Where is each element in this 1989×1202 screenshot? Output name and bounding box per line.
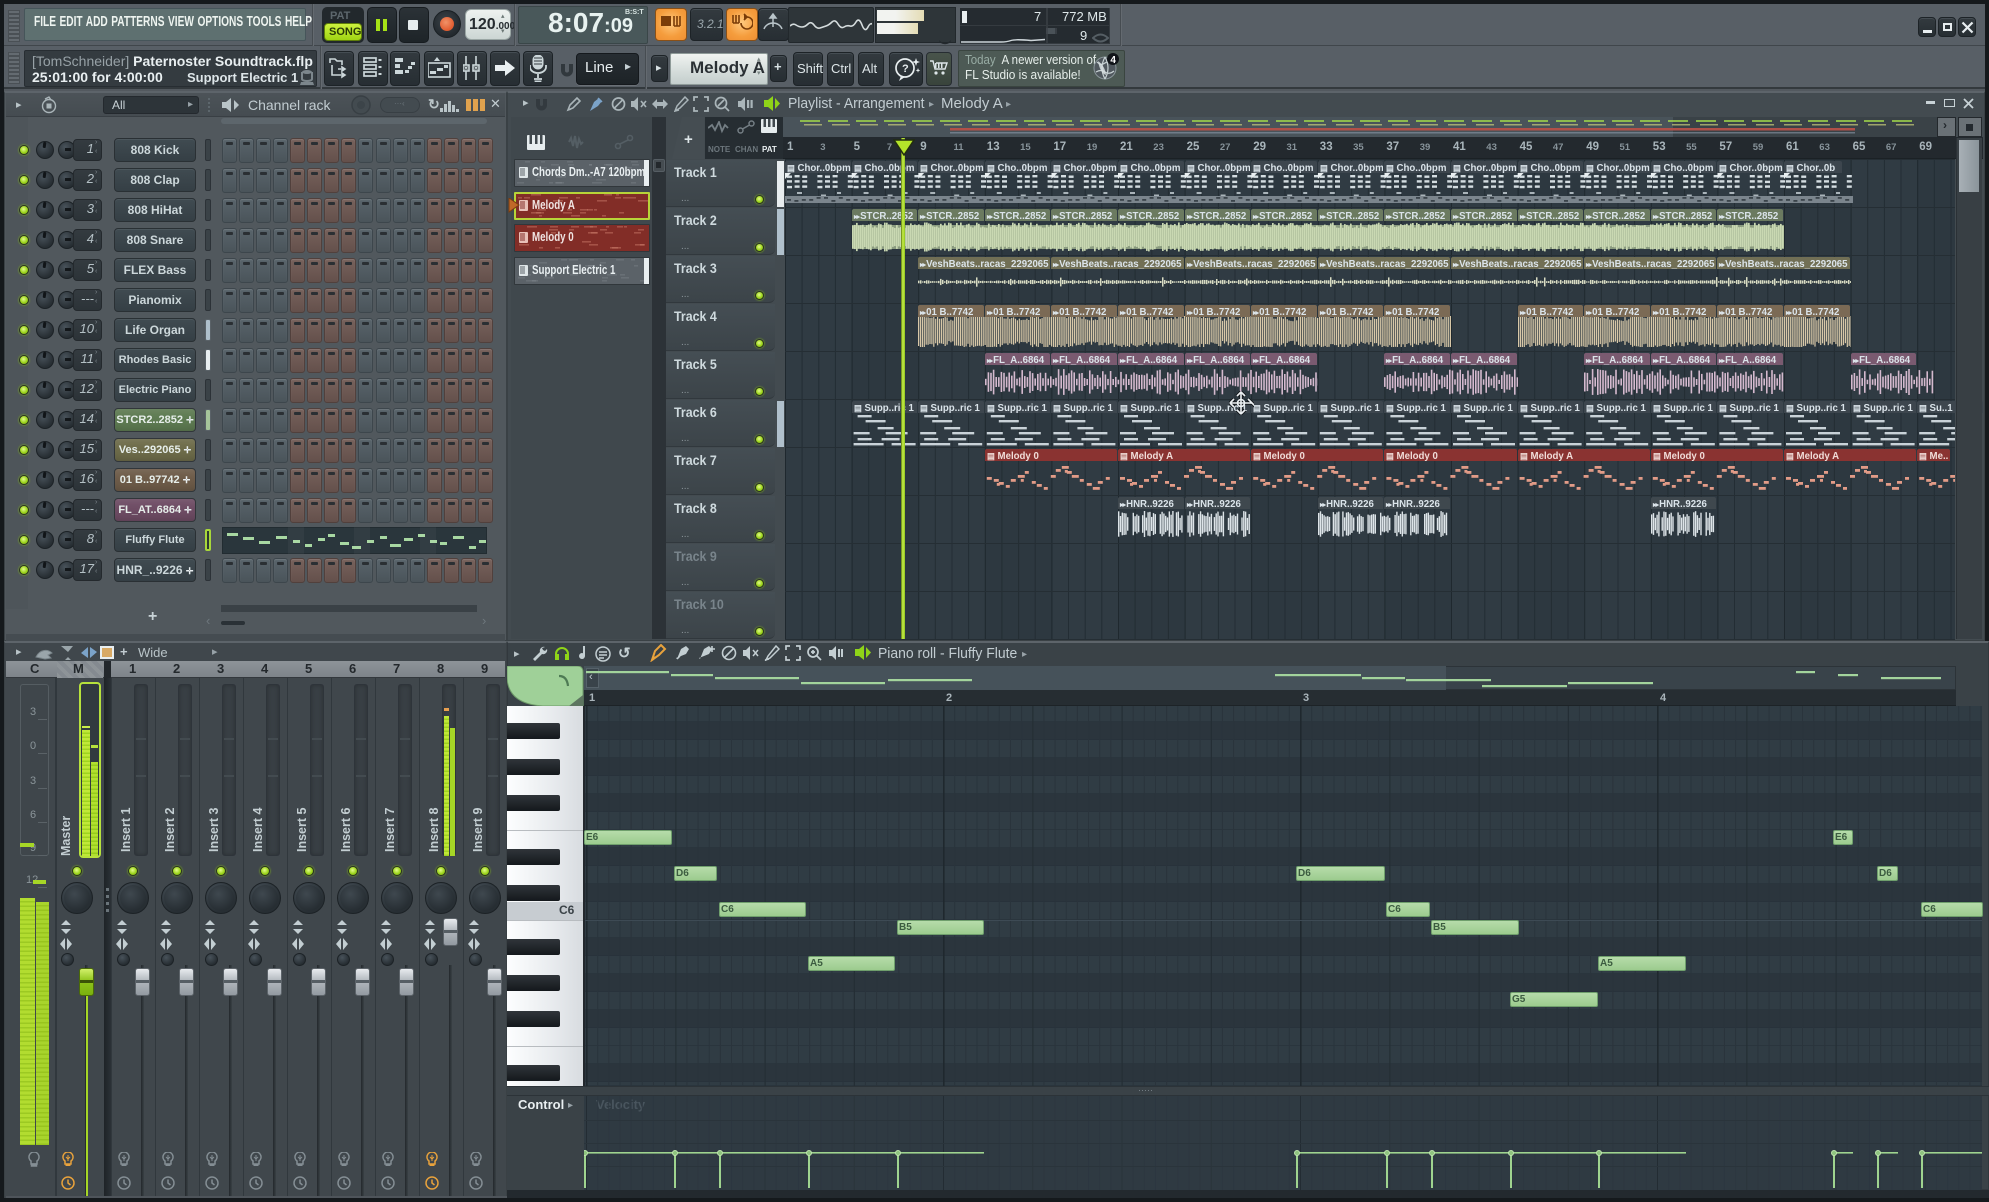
svg-text:?: ? xyxy=(902,63,909,75)
svg-text:4: 4 xyxy=(1110,55,1116,66)
